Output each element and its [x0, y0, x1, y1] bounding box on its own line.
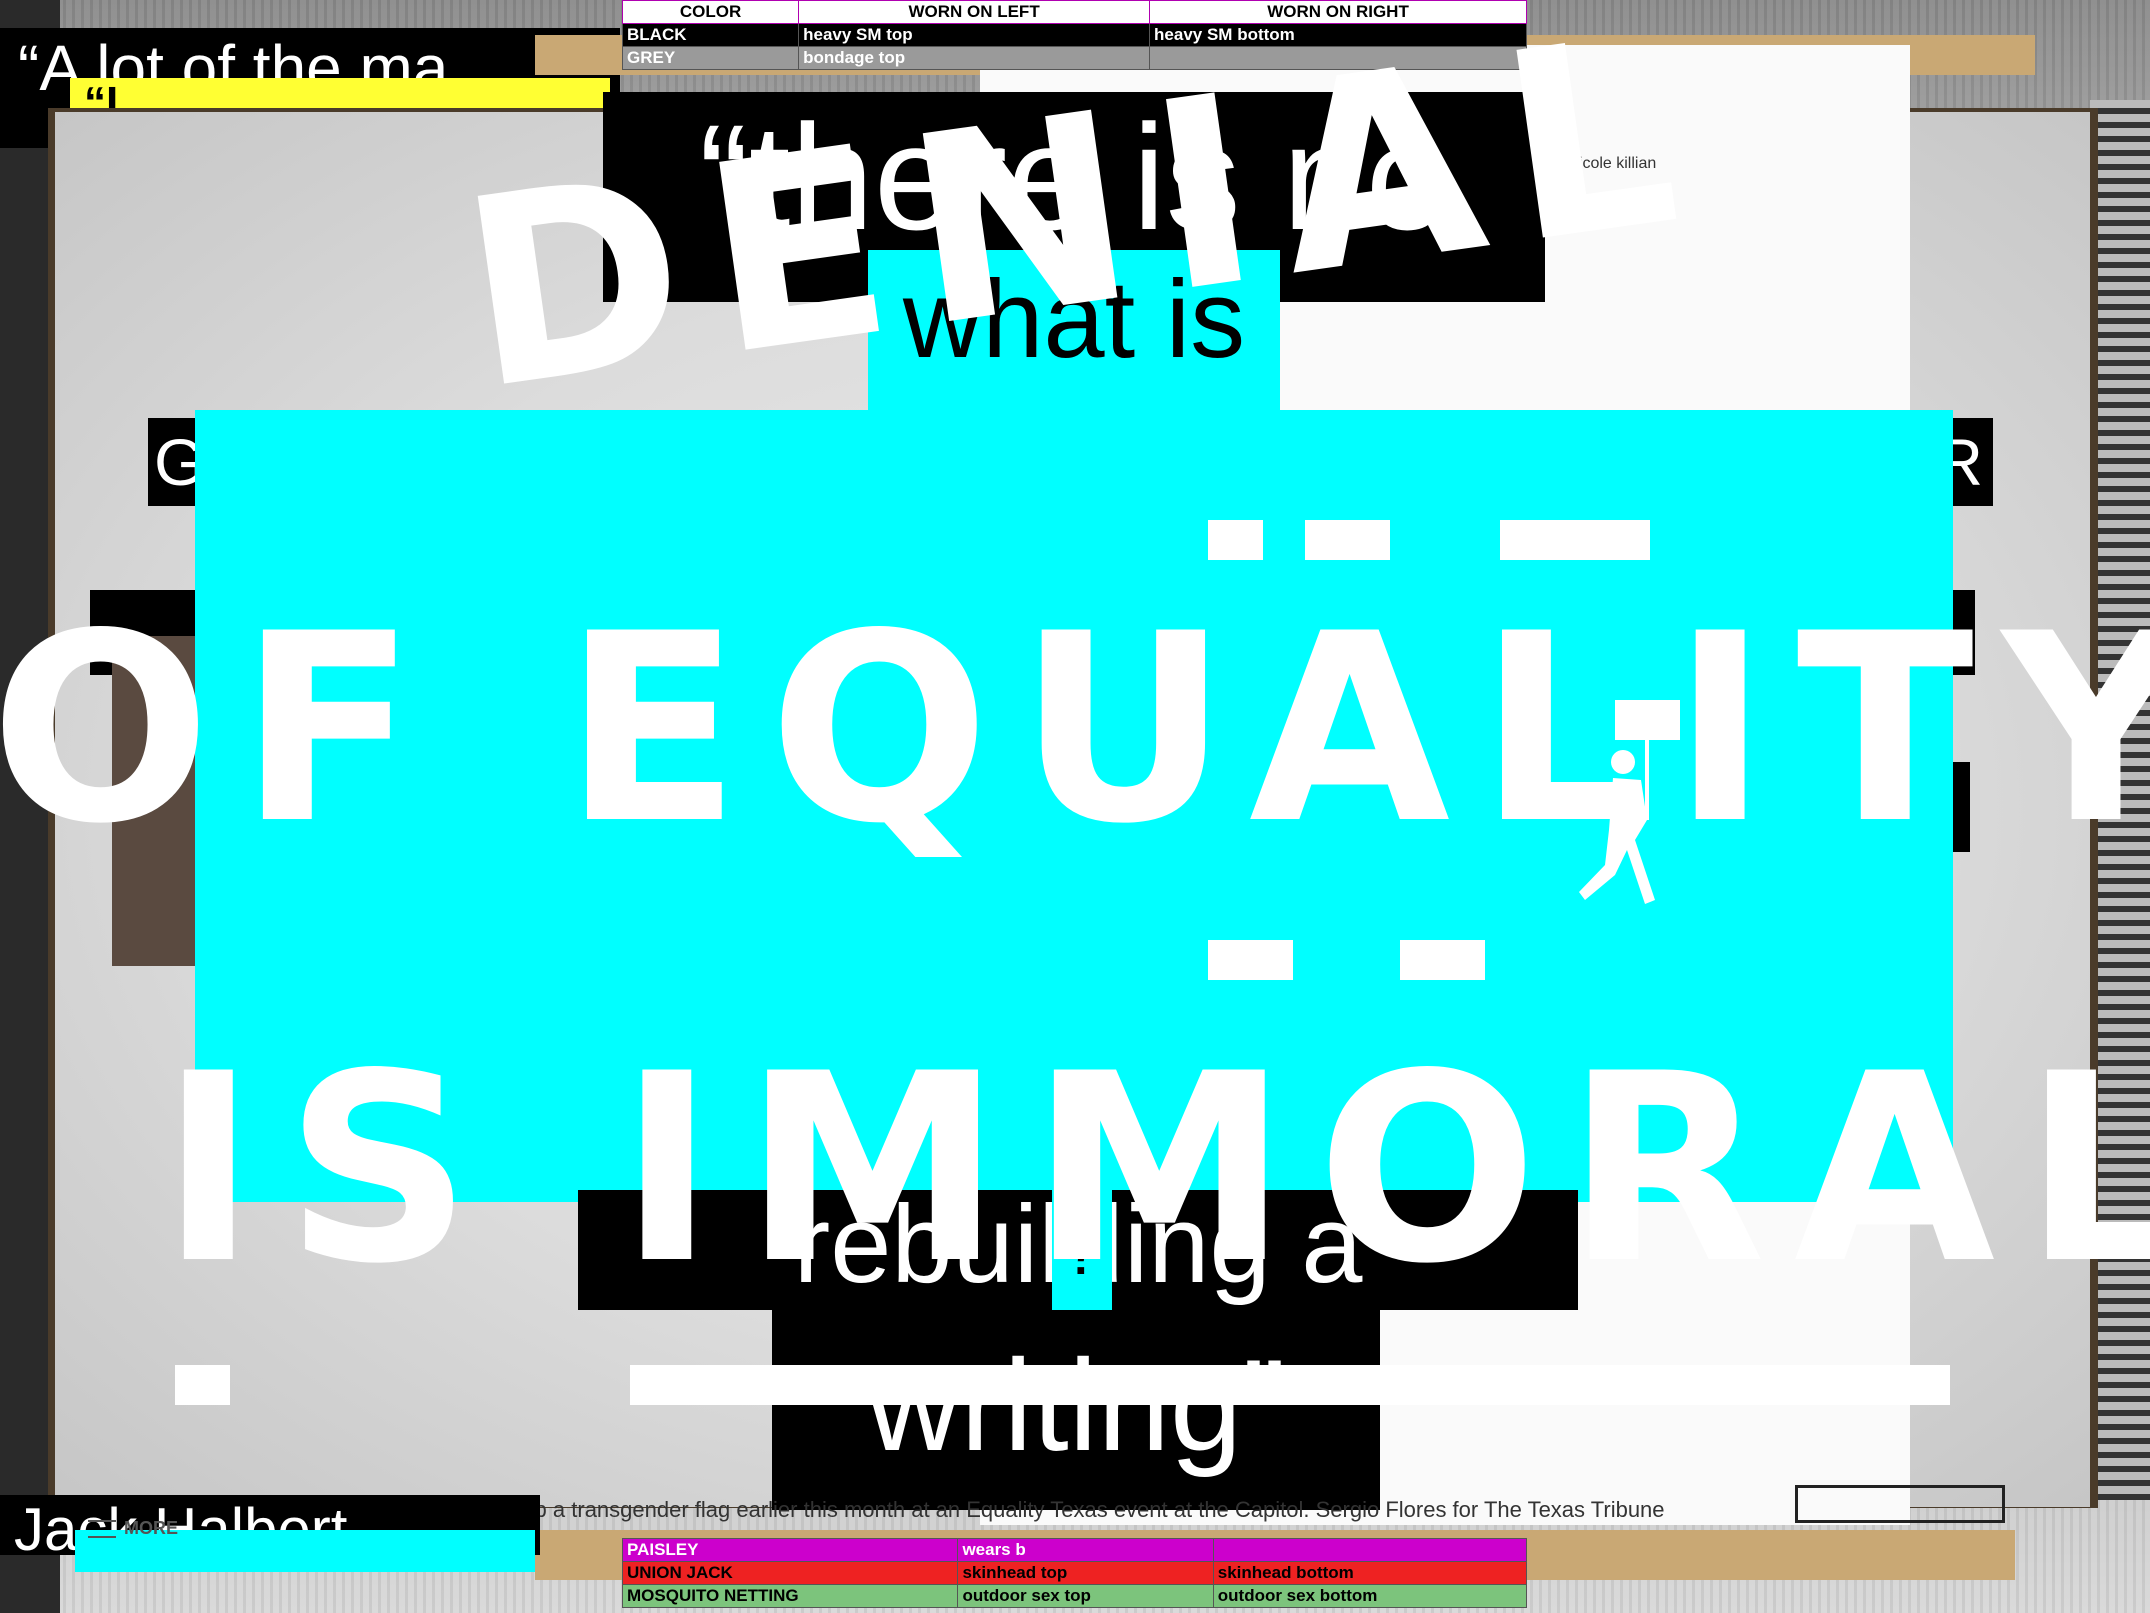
table-cell: UNION JACK: [621, 1561, 959, 1585]
table-cell: [1212, 1538, 1528, 1562]
table-row: PAISLEY wears b: [621, 1538, 1528, 1562]
table-cell: PAISLEY: [621, 1538, 959, 1562]
table-cell: GREY: [621, 46, 800, 70]
more-label: MORE: [124, 1518, 178, 1538]
headline-is-immoral: IS IMMORAL: [160, 1019, 2150, 1321]
table-header-left: WORN ON LEFT: [798, 0, 1151, 24]
table-header-color: COLOR: [621, 0, 800, 24]
headline-dash: [630, 1365, 1950, 1405]
table-cell: skinhead top: [957, 1561, 1214, 1585]
headline-dash: [175, 1365, 230, 1405]
table-row: MOSQUITO NETTING outdoor sex top outdoor…: [621, 1584, 1528, 1608]
photo-caption: People held up a transgender flag earlie…: [400, 1497, 1665, 1522]
headline-dash: [1208, 940, 1293, 980]
protester-walking-icon: [1579, 700, 1680, 904]
table-row: UNION JACK skinhead top skinhead bottom: [621, 1561, 1528, 1585]
headline-of-equality: OF EQUALITY: [0, 579, 2150, 881]
caption-outline-box: [1795, 1485, 2005, 1523]
headline-dash: [1500, 520, 1650, 560]
hanky-code-table-bottom: PAISLEY wears b UNION JACK skinhead top …: [621, 1538, 1528, 1608]
headline-dash: [1400, 940, 1485, 980]
headline-dash: [1208, 520, 1263, 560]
table-cell: heavy SM top: [798, 23, 1151, 47]
table-cell: BLACK: [621, 23, 800, 47]
writing-quote: writing”: [772, 1310, 1380, 1510]
table-cell: outdoor sex top: [957, 1584, 1214, 1608]
table-cell: outdoor sex bottom: [1212, 1584, 1528, 1608]
table-cell: wears b: [957, 1538, 1214, 1562]
more-menu-link[interactable]: MORE: [88, 1518, 178, 1539]
menu-icon: [88, 1520, 116, 1539]
table-cell: skinhead bottom: [1212, 1561, 1528, 1585]
table-cell: MOSQUITO NETTING: [621, 1584, 959, 1608]
headline-dash: [1305, 520, 1390, 560]
